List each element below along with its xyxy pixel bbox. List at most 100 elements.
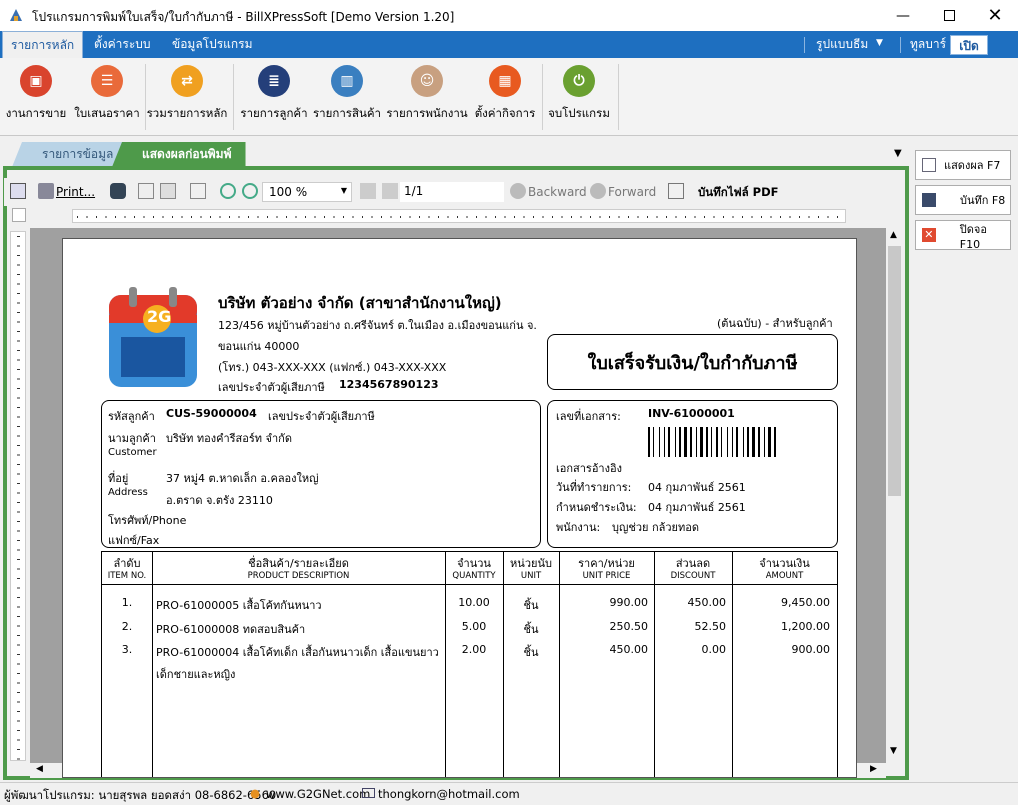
print-button[interactable]: Print... bbox=[56, 183, 95, 201]
row-discount: 52.50 bbox=[694, 620, 727, 633]
customer-address-2: อ.ตราด จ.ตรัง 23110 bbox=[166, 494, 273, 507]
company-icon: ▦ bbox=[489, 65, 521, 97]
tab-data-list[interactable]: รายการข้อมูล bbox=[12, 142, 128, 167]
ribbon-exit-button[interactable]: ⏻ จบโปรแกรม bbox=[546, 62, 612, 134]
multi-page-icon[interactable] bbox=[160, 183, 176, 199]
ruler-tick bbox=[761, 216, 762, 218]
staff-name: บุญช่วย กล้วยทอด bbox=[612, 521, 699, 534]
export-pdf-button[interactable]: บันทึกไฟล์ PDF bbox=[698, 183, 779, 201]
scroll-thumb[interactable] bbox=[888, 246, 901, 496]
ribbon-quotation-button[interactable]: ☰ ใบเสนอราคา bbox=[72, 62, 142, 134]
ruler-tick bbox=[248, 216, 249, 218]
row-desc: PRO-61000004 เสื้อโค้ทเด็ก เสื้อกันหนาวเ… bbox=[156, 646, 439, 659]
scale-icon[interactable] bbox=[190, 183, 206, 199]
close-screen-button[interactable]: ✕ ปิดจอ F10 bbox=[915, 220, 1011, 251]
ribbon-employees-button[interactable]: ☺ รายการพนักงาน bbox=[384, 62, 470, 134]
scroll-left-icon[interactable]: ◀ bbox=[36, 764, 43, 774]
ruler-tick bbox=[685, 216, 686, 218]
forward-button[interactable]: Forward bbox=[608, 183, 656, 201]
ruler-tick bbox=[533, 216, 534, 218]
employees-icon: ☺ bbox=[411, 65, 443, 97]
ribbon-products-button[interactable]: ▥ รายการสินค้า bbox=[312, 62, 382, 134]
save-button[interactable]: บันทึก F8 bbox=[915, 185, 1011, 215]
ruler-tick bbox=[105, 216, 107, 218]
ruler-tick bbox=[17, 473, 20, 475]
ruler-tick bbox=[647, 216, 648, 218]
binoculars-icon[interactable] bbox=[110, 183, 126, 199]
email-link[interactable]: thongkorn@hotmail.com bbox=[378, 787, 520, 801]
horizontal-ruler bbox=[72, 209, 846, 223]
toolbar-menu[interactable]: ทูลบาร์ bbox=[902, 31, 954, 58]
ribbon-master-button[interactable]: ⇄ รวมรายการหลัก bbox=[146, 62, 228, 134]
address-label: ที่อยู่ bbox=[108, 472, 129, 485]
ruler-tick bbox=[17, 701, 20, 703]
row-price: 450.00 bbox=[609, 643, 649, 656]
ruler-tick bbox=[17, 530, 20, 532]
zoom-in-icon[interactable] bbox=[242, 183, 258, 199]
ruler-tick bbox=[17, 644, 20, 646]
company-address-1: 123/456 หมู่บ้านตัวอย่าง ถ.ศรีจันทร์ ต.ใ… bbox=[218, 319, 537, 332]
scroll-down-icon[interactable]: ▼ bbox=[890, 746, 897, 756]
header-unit: หน่วยนับ bbox=[510, 557, 552, 570]
forward-icon[interactable] bbox=[590, 183, 606, 199]
header-no-en: ITEM NO. bbox=[107, 571, 147, 581]
theme-menu[interactable]: รูปแบบธีม bbox=[808, 31, 876, 58]
row-price: 990.00 bbox=[609, 596, 649, 609]
next-page-icon[interactable] bbox=[382, 183, 398, 199]
page-setup-icon[interactable] bbox=[138, 183, 154, 199]
ruler-tick bbox=[17, 454, 20, 456]
ribbon-sales-button[interactable]: ▣ งานการขาย bbox=[4, 62, 68, 134]
address-en-label: Address bbox=[108, 487, 148, 498]
website-link[interactable]: www.G2GNet.com bbox=[266, 787, 370, 801]
ruler-tick bbox=[162, 216, 164, 218]
ribbon-label: รวมรายการหลัก bbox=[146, 106, 228, 120]
ruler-tick bbox=[732, 216, 734, 218]
company-address-2: ขอนแก่น 40000 bbox=[218, 340, 300, 353]
menu-tab-info[interactable]: ข้อมูลโปรแกรม bbox=[164, 31, 261, 58]
ruler-tick bbox=[17, 635, 20, 636]
app-icon bbox=[8, 7, 24, 23]
minimize-button[interactable]: — bbox=[880, 0, 926, 31]
ruler-tick bbox=[17, 616, 20, 617]
zoom-value: 100 % bbox=[269, 185, 308, 199]
menu-tab-main[interactable]: รายการหลัก bbox=[2, 31, 84, 58]
header-qty: จำนวน bbox=[457, 557, 491, 570]
ribbon-company-settings-button[interactable]: ▦ ตั้งค่ากิจการ bbox=[472, 62, 538, 134]
company-taxid: 1234567890123 bbox=[339, 378, 439, 391]
swap-icon: ⇄ bbox=[171, 65, 203, 97]
menu-tab-settings[interactable]: ตั้งค่าระบบ bbox=[86, 31, 159, 58]
ruler-tick bbox=[409, 216, 411, 218]
tab-print-preview[interactable]: แสดงผลก่อนพิมพ์ bbox=[112, 142, 246, 167]
page-number-field[interactable]: 1/1 bbox=[400, 182, 504, 202]
scroll-up-icon[interactable]: ▲ bbox=[890, 230, 897, 240]
first-page-icon[interactable] bbox=[360, 183, 376, 199]
document-icon bbox=[922, 158, 936, 172]
close-window-button[interactable]: ✕ bbox=[972, 0, 1018, 31]
ruler-tick bbox=[599, 216, 601, 218]
backward-icon[interactable] bbox=[510, 183, 526, 199]
vertical-scrollbar[interactable]: ▲ ▼ bbox=[886, 228, 903, 763]
toolbar-toggle[interactable]: เปิด bbox=[950, 35, 988, 55]
customer-taxid-label: เลขประจำตัวผู้เสียภาษี bbox=[268, 410, 375, 423]
ruler-tick bbox=[257, 216, 259, 218]
document-tabs: รายการข้อมูล แสดงผลก่อนพิมพ์ ▼ bbox=[0, 140, 908, 168]
theme-dropdown-icon[interactable]: ▼ bbox=[876, 38, 883, 48]
ruler-tick bbox=[17, 245, 20, 247]
copy-icon[interactable] bbox=[10, 183, 26, 199]
pdf-icon[interactable] bbox=[668, 183, 684, 199]
ruler-tick bbox=[17, 730, 20, 731]
tabs-dropdown-icon[interactable]: ▼ bbox=[894, 148, 902, 159]
maximize-button[interactable] bbox=[926, 0, 972, 31]
barcode-bar bbox=[727, 427, 728, 457]
zoom-out-icon[interactable] bbox=[220, 183, 236, 199]
scroll-right-icon[interactable]: ▶ bbox=[870, 764, 877, 774]
ruler-tick bbox=[17, 302, 20, 304]
menu-divider bbox=[900, 37, 901, 53]
zoom-select[interactable]: 100 % ▼ bbox=[262, 182, 352, 202]
backward-button[interactable]: Backward bbox=[528, 183, 587, 201]
row-discount: 0.00 bbox=[701, 643, 727, 656]
show-button[interactable]: แสดงผล F7 bbox=[915, 150, 1011, 180]
printer-icon[interactable] bbox=[38, 183, 54, 199]
ruler-tick bbox=[17, 283, 20, 285]
ribbon-customers-button[interactable]: ≣ รายการลูกค้า bbox=[238, 62, 310, 134]
